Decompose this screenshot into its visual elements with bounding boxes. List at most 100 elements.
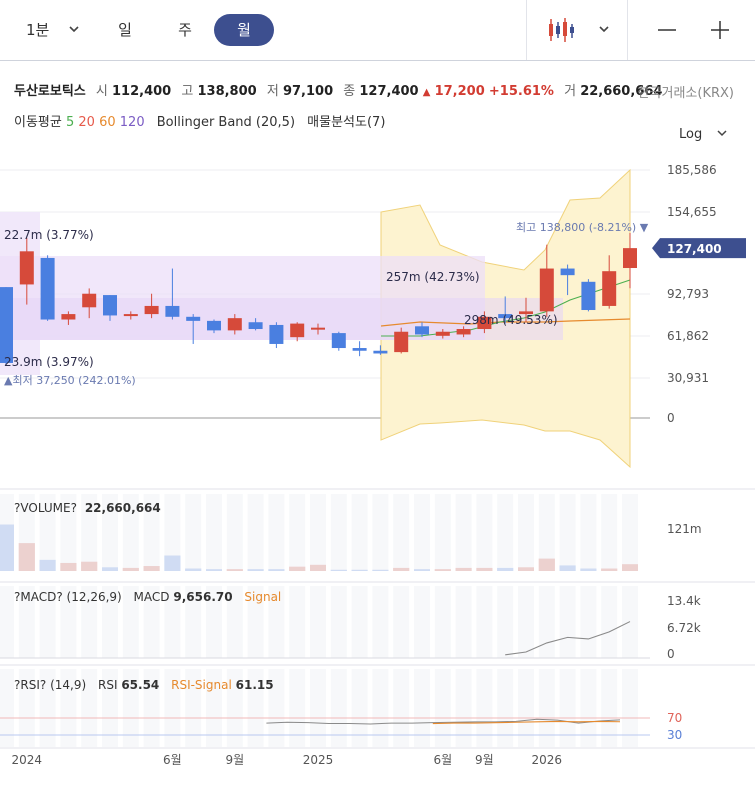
rsi-bar-bg	[455, 669, 472, 747]
volume-bar	[143, 566, 160, 571]
x-tick-label: 9월	[475, 753, 494, 767]
ma-line	[380, 318, 631, 327]
volume-bar-bg	[330, 494, 347, 571]
scale-dropdown[interactable]: Log	[679, 127, 728, 142]
candle-body	[123, 314, 138, 317]
ma-period-5: 5	[65, 115, 75, 130]
period-dropdown[interactable]: 1분	[20, 14, 90, 46]
volume-bar-bg	[351, 494, 368, 571]
x-tick-label: 2026	[532, 753, 563, 767]
last-price-tag	[652, 238, 746, 259]
volume-bar-bg	[164, 494, 181, 571]
volume-label: 거	[564, 84, 577, 99]
indicator-legend[interactable]: 이동평균 5 20 60 120 Bollinger Band (20,5) 매…	[14, 111, 385, 130]
volume-bar	[372, 569, 389, 571]
rsi-bar-bg	[518, 669, 534, 747]
candle-body	[519, 311, 533, 315]
volume-bar	[206, 569, 222, 571]
macd-bar-bg	[372, 586, 389, 658]
volume-bar	[18, 543, 35, 571]
volume-bar-bg	[414, 494, 430, 571]
volume-axis-label: 121m	[667, 522, 702, 536]
x-tick-label: 9월	[225, 753, 244, 767]
tab-day[interactable]: 일	[100, 14, 150, 46]
volume-bar	[39, 559, 56, 571]
volume-bar-bg	[538, 494, 555, 571]
volume-bar	[310, 564, 326, 571]
candle-body	[61, 314, 76, 320]
macd-bar-bg	[310, 586, 326, 658]
rsi-bar-bg	[289, 669, 306, 747]
volume-bar	[60, 562, 77, 571]
high-price-annotation: 최고 138,800 (-8.21%) ▼	[516, 221, 649, 234]
volume-bar	[622, 564, 638, 571]
macd-bar-bg	[434, 586, 451, 658]
candle-body	[415, 326, 429, 335]
zoom-out-button[interactable]	[650, 14, 684, 46]
chart-type-dropdown[interactable]	[540, 14, 620, 46]
ma-period-20: 20	[78, 115, 95, 130]
volume-panel-label: ?VOLUME? 22,660,664	[14, 501, 161, 515]
volume-bar-bg	[289, 494, 306, 571]
annotations: 22.7m (3.77%) 23.9m (3.97%) 257m (42.73%) 2…	[4, 221, 649, 387]
volume-bar	[122, 567, 139, 571]
change-percent: +15.61%	[488, 84, 554, 99]
candle-body	[207, 320, 221, 331]
candle-body	[311, 327, 325, 330]
candle-body	[560, 268, 575, 276]
rsi-bar-bg	[559, 669, 576, 747]
candle-body	[290, 323, 305, 338]
low-price-annotation: ▲최저 37,250 (242.01%)	[4, 374, 136, 387]
rsi-signal-label: RSI-Signal	[171, 678, 232, 692]
rsi-bar-bg	[0, 669, 14, 747]
ma-label: 이동평균	[14, 115, 62, 130]
macd-value: 9,656.70	[173, 590, 233, 604]
volume-bar	[81, 561, 98, 571]
macd-bar-bg	[330, 586, 347, 658]
x-tick-label: 6월	[163, 753, 182, 767]
volume-bar	[102, 567, 118, 571]
price-axis: 185,586 154,655 92,793 61,862 30,931 0 127,400	[652, 163, 746, 425]
volume-bar-bg	[185, 494, 202, 571]
rsi-bar-bg	[497, 669, 514, 747]
rsi-indicator-name: ?RSI?	[14, 678, 47, 692]
volume-profile-label: 257m (42.73%)	[386, 270, 480, 284]
volume-bar	[518, 567, 534, 571]
candle-body	[0, 287, 13, 363]
volume-bar	[497, 567, 514, 571]
rsi-value: 65.54	[121, 678, 160, 692]
macd-tick-label: 0	[667, 647, 675, 661]
tab-week[interactable]: 주	[160, 14, 210, 46]
candle-body	[498, 314, 513, 319]
volume-bar	[559, 565, 576, 571]
open-label: 시	[95, 84, 108, 99]
candle-body	[227, 318, 242, 331]
stock-name: 두산로보틱스	[14, 84, 86, 99]
macd-signal-label: Signal	[244, 590, 282, 604]
candle-body	[539, 268, 554, 312]
x-tick-label: 2025	[303, 753, 334, 767]
volume-bar-bg	[622, 494, 638, 571]
volume-bar	[330, 569, 347, 571]
macd-bar-bg	[414, 586, 430, 658]
macd-bar-bg	[538, 586, 555, 658]
volume-bar	[289, 566, 306, 571]
macd-bar-bg	[559, 586, 576, 658]
volume-bar-bg	[601, 494, 618, 571]
tab-month[interactable]: 월	[214, 14, 274, 46]
y-tick-label: 30,931	[667, 371, 709, 385]
candle-body	[373, 350, 388, 354]
zoom-in-button[interactable]	[703, 14, 737, 46]
volume-bar	[601, 568, 618, 571]
moving-averages	[380, 279, 631, 337]
macd-bar-bg	[476, 586, 493, 658]
chevron-down-icon	[68, 14, 80, 57]
volume-bar-bg	[497, 494, 514, 571]
close-value: 127,400	[359, 84, 419, 99]
ma-line	[381, 279, 631, 337]
rsi-tick-label: 30	[667, 728, 682, 742]
time-axis: 2024 6월 9월 2025 6월 9월 2026	[12, 753, 563, 767]
rsi-bar-bg	[538, 669, 555, 747]
macd-bar-bg	[518, 586, 534, 658]
macd-tick-label: 6.72k	[667, 621, 701, 635]
